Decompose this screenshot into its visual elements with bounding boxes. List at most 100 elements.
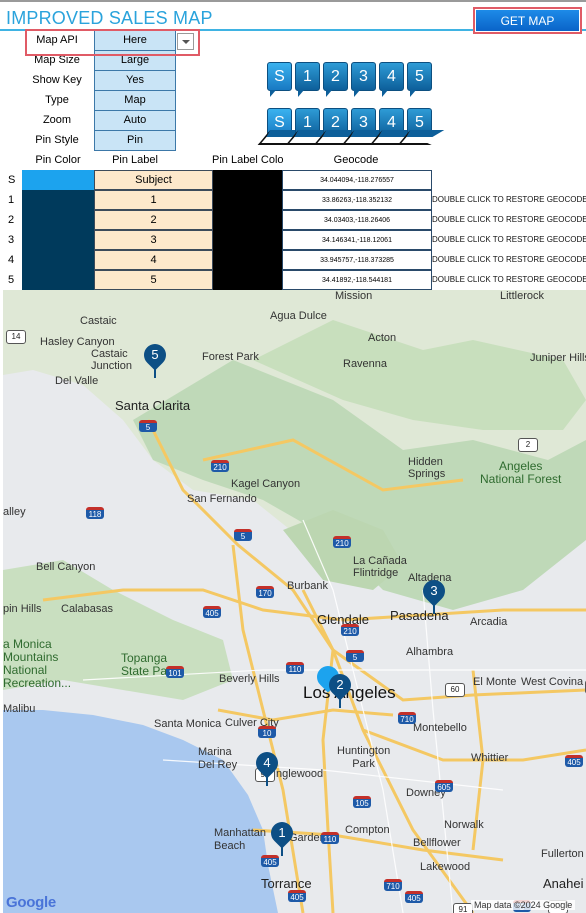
restore-geocode-note[interactable]: DOUBLE CLICK TO RESTORE GEOCODE (432, 275, 586, 284)
pin-color-swatch[interactable] (22, 170, 94, 190)
place-juniper-hills: Juniper Hills (530, 352, 586, 364)
google-logo: Google (6, 894, 56, 911)
pin-label-cell[interactable]: 1 (94, 190, 213, 210)
geocode-cell[interactable]: 33.945757,-118.373285 (282, 250, 432, 270)
pin-label-color-swatch[interactable] (213, 210, 282, 230)
place-san-fernando: San Fernando (187, 493, 257, 505)
pin-marker-stem (266, 774, 268, 786)
place-agua-dulce: Agua Dulce (270, 310, 327, 322)
restore-geocode-note[interactable]: DOUBLE CLICK TO RESTORE GEOCODE (432, 215, 586, 224)
zoom-field[interactable]: Auto (94, 110, 176, 131)
place-west-covina: West Covina (521, 676, 584, 688)
highway-shield: 10 (258, 726, 276, 738)
pin-label-color-swatch[interactable] (213, 250, 282, 270)
place-burbank: Burbank (287, 580, 328, 592)
pin-preview-3: 3 (351, 62, 376, 97)
header-pin-label-color: Pin Label Colo (212, 154, 284, 166)
place-fullerton: Fullerton (541, 848, 584, 860)
row-id: 5 (8, 274, 15, 286)
pin-preview-4: 4 (379, 62, 404, 97)
place-whittier: Whittier (471, 752, 509, 764)
place-lakewood: Lakewood (420, 861, 471, 873)
flag-preview-4: 4 (379, 108, 404, 137)
highway-shield: 605 (435, 780, 453, 792)
pin-preview-1: 1 (295, 62, 320, 97)
highway-shield: 5 (234, 529, 252, 541)
map-view[interactable]: Mission Littlerock Castaic Agua Dulce Ha… (3, 290, 586, 913)
place-castaic-junction: Castaic Junction (91, 348, 132, 372)
google-logo-text: Google (6, 894, 56, 911)
highway-shield: 2 (518, 438, 538, 452)
place-manhattan-beach: Manhattan Beach (214, 827, 266, 852)
highway-shield: 60 (445, 683, 465, 697)
place-hidden-springs: Hidden Springs (408, 456, 446, 480)
pin-label-cell[interactable]: 3 (94, 230, 213, 250)
setting-label-show-key: Show Key (32, 74, 82, 86)
pin-label-cell[interactable]: 2 (94, 210, 213, 230)
pin-label-cell[interactable]: 4 (94, 250, 213, 270)
highway-shield: 710 (398, 712, 416, 724)
highway-shield: 105 (353, 796, 371, 808)
top-border (0, 0, 586, 2)
map-pin-3[interactable]: 3 (418, 575, 450, 616)
type-field[interactable]: Map (94, 90, 176, 111)
map-attribution: Map data ©2024 Google (471, 900, 576, 910)
row-id: 2 (8, 214, 15, 226)
place-bell-canyon: Bell Canyon (36, 561, 96, 573)
pin-color-swatch[interactable] (22, 230, 94, 250)
pin-marker-stem (339, 696, 341, 708)
page-title: IMPROVED SALES MAP (6, 8, 213, 28)
flag-preview-2: 2 (323, 108, 348, 137)
restore-geocode-note[interactable]: DOUBLE CLICK TO RESTORE GEOCODE (432, 195, 586, 204)
place-acton: Acton (368, 332, 397, 344)
highway-shield: 405 (288, 890, 306, 902)
highway-shield: 5 (139, 420, 157, 432)
geocode-cell[interactable]: 34.41892,-118.544181 (282, 270, 432, 290)
pin-label-color-swatch[interactable] (213, 170, 282, 190)
place-valley: alley (3, 506, 26, 518)
place-ravenna: Ravenna (343, 358, 388, 370)
pin-color-swatch[interactable] (22, 190, 94, 210)
highway-shield: 170 (256, 586, 274, 598)
pin-color-swatch[interactable] (22, 270, 94, 290)
pin-style-field[interactable]: Pin (94, 130, 176, 151)
row-id: 1 (8, 194, 15, 206)
map-pin-2[interactable]: 2 (324, 669, 356, 710)
pin-color-swatch[interactable] (22, 210, 94, 230)
map-pin-5[interactable]: 5 (139, 339, 171, 380)
geocode-cell[interactable]: 33.86263,-118.352132 (282, 190, 432, 210)
geocode-cell[interactable]: 34.03403,-118.26406 (282, 210, 432, 230)
geocode-cell[interactable]: 34.044094,-118.276557 (282, 170, 432, 190)
pin-label-color-swatch[interactable] (213, 190, 282, 210)
highway-shield: 101 (166, 666, 184, 678)
pin-marker-label: 5 (151, 347, 159, 362)
setting-label-type: Type (45, 94, 69, 106)
pin-preview-2: 2 (323, 62, 348, 97)
pin-marker-stem (154, 366, 156, 378)
place-castaic: Castaic (80, 315, 117, 327)
pin-marker-label: 2 (336, 677, 344, 692)
place-anaheim: Anahei (543, 876, 584, 891)
header-geocode: Geocode (333, 154, 379, 166)
restore-geocode-note[interactable]: DOUBLE CLICK TO RESTORE GEOCODE (432, 255, 586, 264)
highway-shield: 405 (565, 755, 583, 767)
pin-color-swatch[interactable] (22, 250, 94, 270)
pin-label-color-swatch[interactable] (213, 230, 282, 250)
pin-marker-label: 3 (430, 583, 438, 598)
pin-label-color-swatch[interactable] (213, 270, 282, 290)
show-key-field[interactable]: Yes (94, 70, 176, 91)
highway-shield: 5 (346, 650, 364, 662)
geocode-cell[interactable]: 34.146341,-118.12061 (282, 230, 432, 250)
map-pin-1[interactable]: 1 (266, 817, 298, 858)
restore-geocode-note[interactable]: DOUBLE CLICK TO RESTORE GEOCODE (432, 235, 586, 244)
map-pin-4[interactable]: 4 (251, 747, 283, 788)
row-id: 4 (8, 254, 15, 266)
highway-shield: 405 (405, 891, 423, 903)
get-map-button[interactable]: GET MAP (473, 7, 582, 34)
get-map-label: GET MAP (476, 10, 579, 31)
place-kagel-canyon: Kagel Canyon (231, 478, 301, 490)
pin-marker-stem (281, 844, 283, 856)
pin-label-cell[interactable]: 5 (94, 270, 213, 290)
place-del-valle: Del Valle (55, 375, 99, 387)
pin-label-cell[interactable]: Subject (94, 170, 213, 190)
